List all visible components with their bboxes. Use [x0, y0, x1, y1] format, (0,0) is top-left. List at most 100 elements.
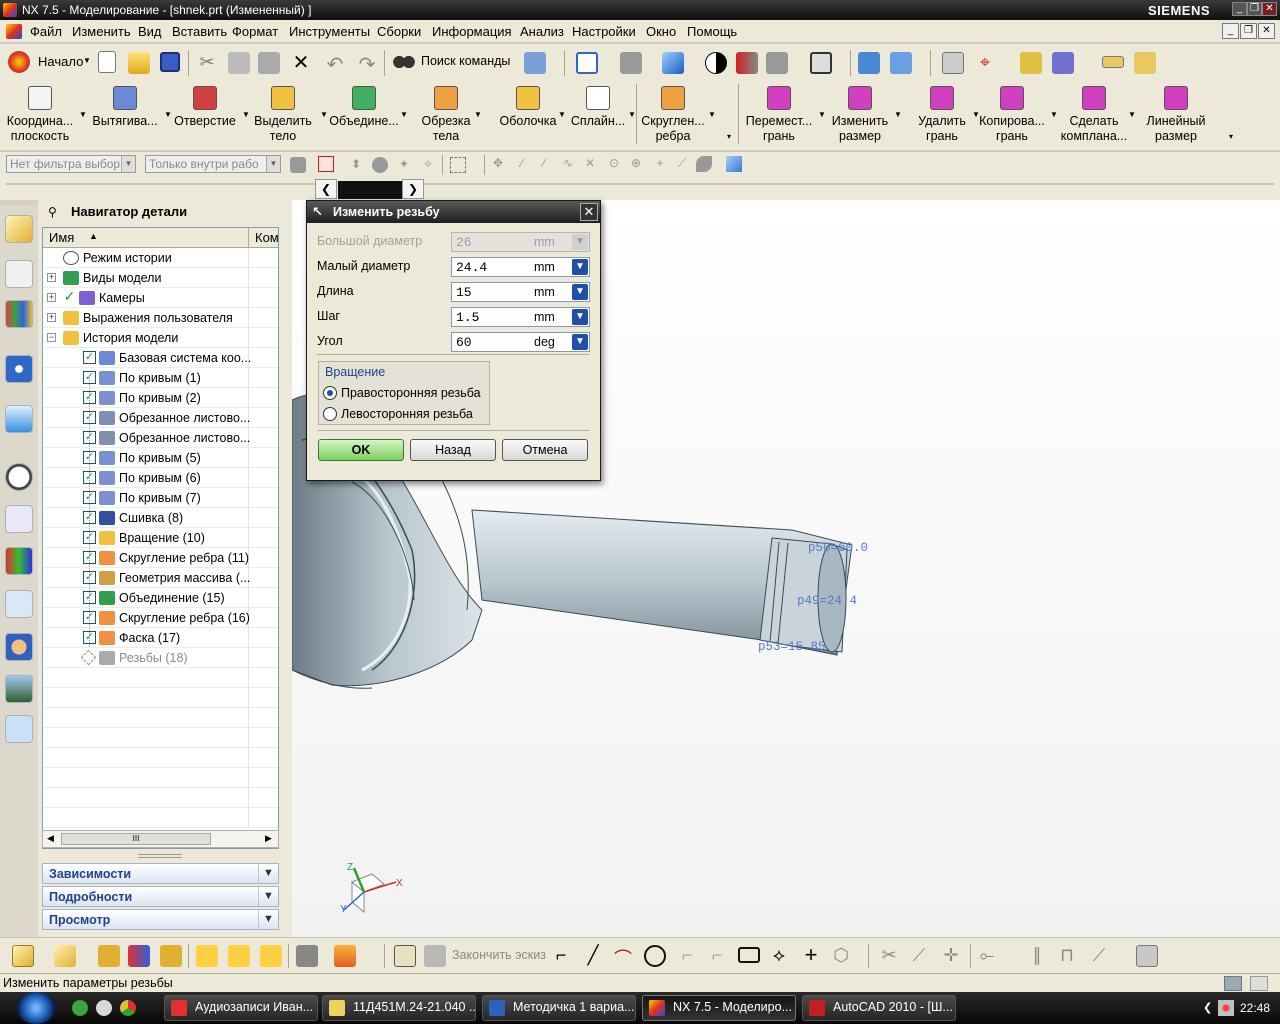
sequence-icon[interactable]: [260, 945, 282, 967]
chevron-down-icon[interactable]: ▼: [894, 110, 902, 119]
table-row[interactable]: ✓ По кривым (5): [43, 448, 278, 468]
snap-bounded-icon[interactable]: [726, 156, 742, 172]
manufacturing-wizard-icon[interactable]: [5, 590, 33, 618]
measure-distance-icon[interactable]: [1102, 56, 1124, 68]
field-value[interactable]: 15: [456, 285, 472, 300]
arc-icon[interactable]: ⌒: [612, 945, 634, 969]
scope-filter-dropdown[interactable]: Только внутри рабо ▼: [145, 155, 281, 173]
table-row[interactable]: ✓ По кривым (2): [43, 388, 278, 408]
part-navigator-icon[interactable]: [5, 300, 33, 328]
table-row[interactable]: + Виды модели: [43, 268, 278, 288]
layer-settings-icon[interactable]: [942, 52, 964, 74]
profile-icon[interactable]: ⌐: [550, 945, 572, 967]
field-value[interactable]: 24.4: [456, 260, 487, 275]
snap-curve-icon[interactable]: ∿: [560, 156, 576, 172]
doc-minimize-icon[interactable]: _: [1222, 23, 1239, 39]
sketch-icon[interactable]: [394, 945, 416, 967]
open-folder-icon[interactable]: [128, 52, 150, 74]
table-row[interactable]: ✓ Сшивка (8): [43, 508, 278, 528]
rectangle-select-icon[interactable]: [450, 157, 466, 173]
nx-menu-icon[interactable]: [6, 24, 22, 39]
menu-item[interactable]: Файл: [30, 24, 62, 39]
expand-icon[interactable]: +: [47, 293, 56, 302]
table-row[interactable]: Резьбы (18): [43, 648, 278, 668]
length-field[interactable]: 15 mm ▼: [451, 282, 590, 302]
delete-face-button[interactable]: Удалить грань: [914, 82, 970, 146]
layer-cube-icon[interactable]: [766, 52, 788, 74]
minimize-icon[interactable]: _: [1232, 2, 1247, 16]
collapse-icon[interactable]: −: [47, 333, 56, 342]
navigator-horizontal-scrollbar[interactable]: ◀ III ▶: [42, 830, 279, 848]
polygon-icon[interactable]: ⟡: [768, 945, 790, 967]
move-object-icon[interactable]: [890, 52, 912, 74]
column-header-comment[interactable]: Ком: [249, 228, 278, 248]
mate-icon[interactable]: [98, 945, 120, 967]
assembly-navigator-icon[interactable]: [5, 215, 33, 243]
mirror-assembly-icon[interactable]: [128, 945, 150, 967]
expand-icon[interactable]: +: [47, 273, 56, 282]
component-array-icon[interactable]: [160, 945, 182, 967]
add-component-icon[interactable]: [54, 945, 76, 967]
table-row[interactable]: ✓ По кривым (7): [43, 488, 278, 508]
arrow-down-icon[interactable]: ▼: [572, 284, 588, 300]
table-row[interactable]: − История модели: [43, 328, 278, 348]
start-button[interactable]: Начало ▼: [6, 50, 92, 74]
copy-face-button[interactable]: Копирова... грань: [976, 82, 1048, 146]
point-icon[interactable]: +: [800, 944, 822, 967]
wave-linker-icon[interactable]: [196, 945, 218, 967]
redo-icon[interactable]: ↷: [356, 52, 378, 76]
nx-task[interactable]: NX 7.5 - Моделиро...: [642, 995, 796, 1021]
nav-forward-button[interactable]: ❯: [402, 179, 424, 199]
chamfer-icon[interactable]: ⌐: [706, 945, 728, 967]
status-panel-icon[interactable]: [1250, 976, 1268, 991]
menu-item[interactable]: Вставить: [172, 24, 227, 39]
trim-icon[interactable]: ✂: [878, 945, 900, 967]
toolbar-overflow-icon[interactable]: ▾: [727, 132, 731, 141]
snap-quadrant-icon[interactable]: ⊕: [628, 156, 644, 172]
table-row[interactable]: ✓ Обрезанное листово...: [43, 428, 278, 448]
roles-icon[interactable]: [5, 633, 33, 661]
doc-restore-icon[interactable]: ❐: [1240, 23, 1257, 39]
thread-major-dimension[interactable]: p50=60.0: [808, 541, 868, 555]
show-hidden-icons[interactable]: ❮: [1203, 1001, 1212, 1014]
thread-length-dimension[interactable]: p53=15.85: [758, 640, 826, 654]
render-style-icon[interactable]: [705, 52, 727, 74]
snap-midpoint-icon[interactable]: ⁄: [536, 156, 552, 172]
view-orient-icon[interactable]: [620, 52, 642, 74]
menu-item[interactable]: Настройки: [572, 24, 636, 39]
snap-intersection-icon[interactable]: ✕: [582, 156, 598, 172]
circle-icon[interactable]: [644, 945, 666, 967]
constraints-icon[interactable]: ⟜: [976, 945, 998, 967]
chevron-down-icon[interactable]: ▼: [258, 887, 278, 906]
table-row[interactable]: ✓ Фаска (17): [43, 628, 278, 648]
show-constraints-icon[interactable]: ⊓: [1056, 945, 1078, 967]
minor-diameter-field[interactable]: 24.4 mm ▼: [451, 257, 590, 277]
pitch-field[interactable]: 1.5 mm ▼: [451, 307, 590, 327]
chevron-down-icon[interactable]: ▼: [258, 910, 278, 929]
table-row[interactable]: ✓ Базовая система коо...: [43, 348, 278, 368]
extract-body-button[interactable]: Выделить тело: [248, 82, 318, 146]
menu-item[interactable]: Изменить: [72, 24, 131, 39]
snap-endpoint-icon[interactable]: ⬍: [348, 157, 364, 173]
splitter-grip[interactable]: [138, 854, 182, 858]
chevron-down-icon[interactable]: ▼: [474, 110, 482, 119]
left-hand-label[interactable]: Левосторонняя резьба: [341, 407, 473, 421]
arrow-down-icon[interactable]: ▼: [572, 259, 588, 275]
hole-button[interactable]: Отверстие: [170, 82, 240, 146]
datum-plane-button[interactable]: Координа... плоскость: [3, 82, 77, 146]
clock[interactable]: 22:48: [1240, 1001, 1270, 1015]
panel-preview[interactable]: Просмотр ▼: [42, 909, 279, 930]
panel-details[interactable]: Подробности ▼: [42, 886, 279, 907]
show-hide-icon[interactable]: [1052, 52, 1074, 74]
table-row[interactable]: ✓ Объединение (15): [43, 588, 278, 608]
copy-icon[interactable]: [228, 52, 250, 74]
chevron-down-icon[interactable]: ▼: [400, 110, 408, 119]
angle-field[interactable]: 60 deg ▼: [451, 332, 590, 352]
cut-icon[interactable]: ✂: [196, 52, 218, 74]
resize-face-button[interactable]: Изменить размер: [828, 82, 892, 146]
word-task[interactable]: Методичка 1 вариа...: [482, 995, 636, 1021]
extrude-button[interactable]: Вытягива...: [88, 82, 162, 146]
snap-settings-icon[interactable]: [318, 156, 334, 172]
table-row[interactable]: ✓ Скругление ребра (16): [43, 608, 278, 628]
field-value[interactable]: 60: [456, 335, 472, 350]
